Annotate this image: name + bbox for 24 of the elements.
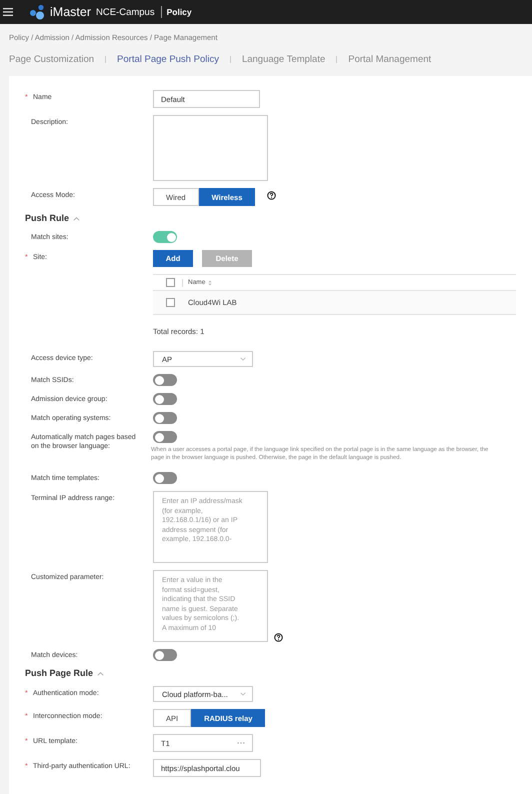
- toggle-switch[interactable]: [153, 472, 177, 484]
- toggle-switch[interactable]: [153, 412, 177, 424]
- product-edition: NCE-Campus: [96, 6, 155, 18]
- toggle-switch[interactable]: [153, 431, 177, 443]
- select-all-checkbox[interactable]: [166, 278, 175, 287]
- module-name: Policy: [166, 7, 192, 17]
- collapse-icon[interactable]: [73, 216, 80, 220]
- sort-icon[interactable]: [208, 280, 212, 286]
- section-title: Push Rule: [25, 213, 70, 223]
- section-title: Push Page Rule: [25, 668, 94, 678]
- toggle-switch[interactable]: [153, 231, 177, 243]
- product-name: iMaster: [50, 5, 91, 19]
- collapse-icon[interactable]: [97, 670, 104, 676]
- tab[interactable]: Portal Page Push Policy: [117, 54, 219, 64]
- row-checkbox[interactable]: [166, 298, 175, 307]
- menu-icon[interactable]: [3, 8, 13, 16]
- toggle-switch[interactable]: [153, 649, 177, 661]
- bubbles-logo-icon: [29, 4, 45, 20]
- help-icon[interactable]: [267, 191, 276, 200]
- caret-icon: [240, 692, 246, 696]
- toggle-switch[interactable]: [153, 374, 177, 386]
- caret-icon: [240, 357, 246, 361]
- toggle-switch[interactable]: [153, 393, 177, 405]
- help-icon[interactable]: [274, 633, 283, 642]
